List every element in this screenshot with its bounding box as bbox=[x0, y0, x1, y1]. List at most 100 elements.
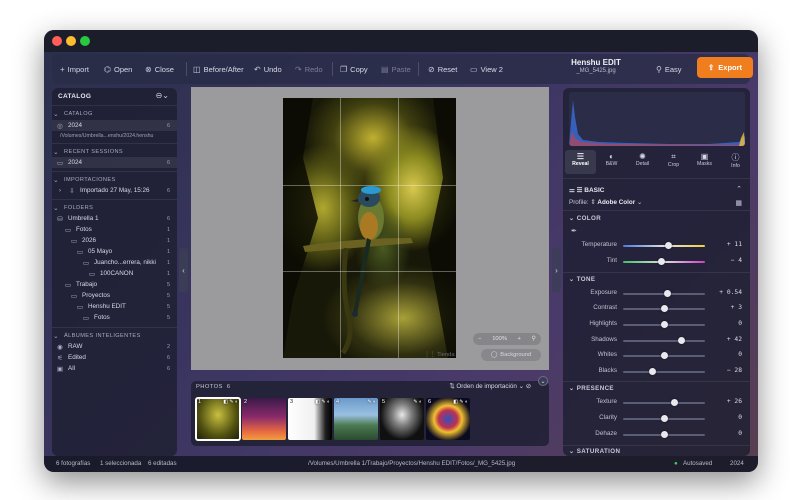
close-window-button[interactable] bbox=[52, 36, 62, 46]
zoom-window-button[interactable] bbox=[80, 36, 90, 46]
easy-mode-button[interactable]: ⚲ Easy bbox=[656, 62, 682, 76]
slider-knob[interactable] bbox=[661, 305, 669, 312]
image-viewer[interactable]: − 100% + ⚲ ⋮⋮ Tienda ◯ Background bbox=[191, 87, 549, 370]
undo-button[interactable]: ↶ Undo bbox=[254, 62, 282, 76]
smart-album-item[interactable]: ⚟ Edited 6 bbox=[52, 352, 177, 363]
zoom-out-icon[interactable]: − bbox=[478, 336, 481, 342]
folder-item[interactable]: ▭ 100CANON 1 bbox=[52, 268, 177, 279]
slider-knob[interactable] bbox=[660, 352, 668, 359]
slider-knob[interactable] bbox=[677, 337, 685, 344]
tab-masks[interactable]: ▣ Masks bbox=[689, 150, 720, 174]
contrast-icon: ◐ bbox=[609, 152, 614, 161]
before-after-button[interactable]: ◫ Before/After bbox=[193, 62, 244, 76]
minimize-window-button[interactable] bbox=[66, 36, 76, 46]
tab-crop[interactable]: ⌗ Crop bbox=[658, 150, 689, 174]
tab-reveal[interactable]: ☰ Reveal bbox=[565, 150, 596, 174]
collapse-filmstrip-button[interactable]: ⌄ bbox=[538, 376, 548, 386]
whites-slider[interactable]: Whites 0 bbox=[563, 351, 750, 361]
view-button[interactable]: ▭ View 2 bbox=[470, 62, 503, 76]
folder-item[interactable]: ⛁ Umbrella 16 bbox=[52, 213, 177, 224]
clarity-slider[interactable]: Clarity 0 bbox=[563, 414, 750, 424]
split-view-icon: ◫ bbox=[193, 64, 201, 74]
folder-item[interactable]: ▭ Juancho...errera, nikki 1 bbox=[52, 257, 177, 268]
folder-item[interactable]: ▭ 2026 1 bbox=[52, 235, 177, 246]
slider-knob[interactable] bbox=[671, 399, 679, 406]
tab-detail[interactable]: ✺ Detail bbox=[627, 150, 658, 174]
shadows-slider[interactable]: Shadows + 42 bbox=[563, 336, 750, 346]
slider-track[interactable] bbox=[623, 371, 705, 373]
filter-icon[interactable]: ⊘ bbox=[526, 383, 531, 390]
dehaze-slider[interactable]: Dehaze 0 bbox=[563, 430, 750, 440]
tab-info[interactable]: ⓘ Info bbox=[720, 150, 750, 174]
presence-section-header[interactable]: ⌄ PRESENCE bbox=[569, 385, 614, 392]
thumbnail[interactable]: 6 ◧ ✎ ◐ bbox=[426, 398, 470, 440]
collapse-right-panel-button[interactable]: › bbox=[552, 248, 561, 292]
main-photo[interactable] bbox=[283, 98, 456, 358]
slider-knob[interactable] bbox=[665, 242, 673, 249]
tone-section-header[interactable]: ⌄ TONE bbox=[569, 276, 595, 283]
slider-knob[interactable] bbox=[660, 415, 668, 422]
import-button[interactable]: + Import bbox=[60, 62, 89, 76]
thumbnail[interactable]: 3 ◧ ✎ ◐ bbox=[288, 398, 332, 440]
section-catalog[interactable]: ⌄ CATALOG bbox=[52, 108, 177, 119]
texture-slider[interactable]: Texture + 26 bbox=[563, 398, 750, 408]
folder-item[interactable]: ▭ Henshu EDIT 5 bbox=[52, 301, 177, 312]
folder-item[interactable]: ▭ Fotos 1 bbox=[52, 224, 177, 235]
saturation-section-header[interactable]: ⌄ SATURATION bbox=[569, 448, 620, 455]
folder-item[interactable]: ▭ Proyectos 5 bbox=[52, 290, 177, 301]
zoom-in-icon[interactable]: + bbox=[518, 336, 521, 342]
color-section-header[interactable]: ⌄ COLOR bbox=[569, 215, 601, 222]
slider-knob[interactable] bbox=[660, 321, 668, 328]
import-item[interactable]: › ⇩ Importado 27 May, 15:26 6 bbox=[52, 185, 177, 196]
app-title: Henshu EDIT bbox=[571, 58, 621, 67]
zoom-control[interactable]: − 100% + ⚲ bbox=[473, 333, 541, 345]
sort-control[interactable]: ⇅ Orden de importación ⌄ ⊘ bbox=[449, 383, 531, 390]
slider-track[interactable] bbox=[623, 245, 705, 247]
exposure-slider[interactable]: Exposure + 0.54 bbox=[563, 289, 750, 299]
smart-album-item[interactable]: ◉ RAW 2 bbox=[52, 341, 177, 352]
thumbnail[interactable]: 4 ✎ ◐ bbox=[334, 398, 378, 440]
slider-track[interactable] bbox=[623, 340, 705, 342]
slider-knob[interactable] bbox=[663, 290, 671, 297]
basic-section-header[interactable]: ⚌ ☰ BASIC bbox=[569, 186, 605, 194]
section-folders[interactable]: ⌄ FOLDERS bbox=[52, 202, 177, 213]
temperature-slider[interactable]: Temperature + 11 bbox=[563, 241, 750, 251]
section-imports[interactable]: ⌄ IMPORTACIONES bbox=[52, 174, 177, 185]
folder-item[interactable]: ▭ 05 Mayo 1 bbox=[52, 246, 177, 257]
slider-track[interactable] bbox=[623, 402, 705, 404]
copy-button[interactable]: ❐ Copy bbox=[340, 62, 368, 76]
redo-button[interactable]: ↷ Redo bbox=[295, 62, 323, 76]
tab-bw[interactable]: ◐ B&W bbox=[596, 150, 627, 174]
chevron-right-icon: › bbox=[555, 265, 558, 275]
blacks-slider[interactable]: Blacks − 28 bbox=[563, 367, 750, 377]
tint-slider[interactable]: Tint − 4 bbox=[563, 257, 750, 267]
highlights-slider[interactable]: Highlights 0 bbox=[563, 320, 750, 330]
profile-selector[interactable]: Profile: ⇕ Adobe Color ⌄ bbox=[569, 199, 642, 206]
close-button[interactable]: ⊗ Close bbox=[145, 62, 174, 76]
profile-grid-icon[interactable]: ▦ bbox=[735, 199, 742, 207]
recent-session-item[interactable]: ▭ 2024 6 bbox=[52, 157, 177, 168]
crop-tienda-hint[interactable]: ⋮⋮ Tienda bbox=[424, 352, 455, 358]
reset-button[interactable]: ⊘ Reset bbox=[428, 62, 457, 76]
contrast-slider[interactable]: Contrast + 3 bbox=[563, 304, 750, 314]
slider-knob[interactable] bbox=[660, 431, 668, 438]
folder-item[interactable]: ▭ Fotos 5 bbox=[52, 312, 177, 323]
thumbnail[interactable]: 2 bbox=[242, 398, 286, 440]
section-smart-albums[interactable]: ⌄ ÁLBUMES INTELIGENTES bbox=[52, 330, 177, 341]
open-button[interactable]: ⌬ Open bbox=[104, 62, 132, 76]
section-recent-sessions[interactable]: ⌄ RECENT SESSIONS bbox=[52, 146, 177, 157]
thumbnail[interactable]: 5 ✎ ◐ bbox=[380, 398, 424, 440]
thumbnail[interactable]: 1 ◧ ✎ ◐ bbox=[195, 397, 241, 441]
search-icon[interactable]: ⚲ bbox=[531, 336, 535, 342]
export-button[interactable]: ⇪ Export bbox=[697, 57, 753, 78]
collapse-left-panel-button[interactable]: ‹ bbox=[179, 248, 188, 292]
paste-button[interactable]: ▤ Paste bbox=[381, 62, 411, 76]
slider-knob[interactable] bbox=[658, 258, 666, 265]
slider-knob[interactable] bbox=[649, 368, 657, 375]
sidebar-menu-button[interactable]: ⊖⌄ bbox=[156, 91, 169, 100]
folder-item[interactable]: ▭ Trabajo 5 bbox=[52, 279, 177, 290]
background-toggle[interactable]: ◯ Background bbox=[481, 349, 541, 361]
eyedropper-icon[interactable]: ✒ bbox=[571, 227, 577, 235]
collapse-basic-icon[interactable]: ⌃ bbox=[736, 185, 742, 193]
smart-album-item[interactable]: ▣ All 6 bbox=[52, 363, 177, 374]
